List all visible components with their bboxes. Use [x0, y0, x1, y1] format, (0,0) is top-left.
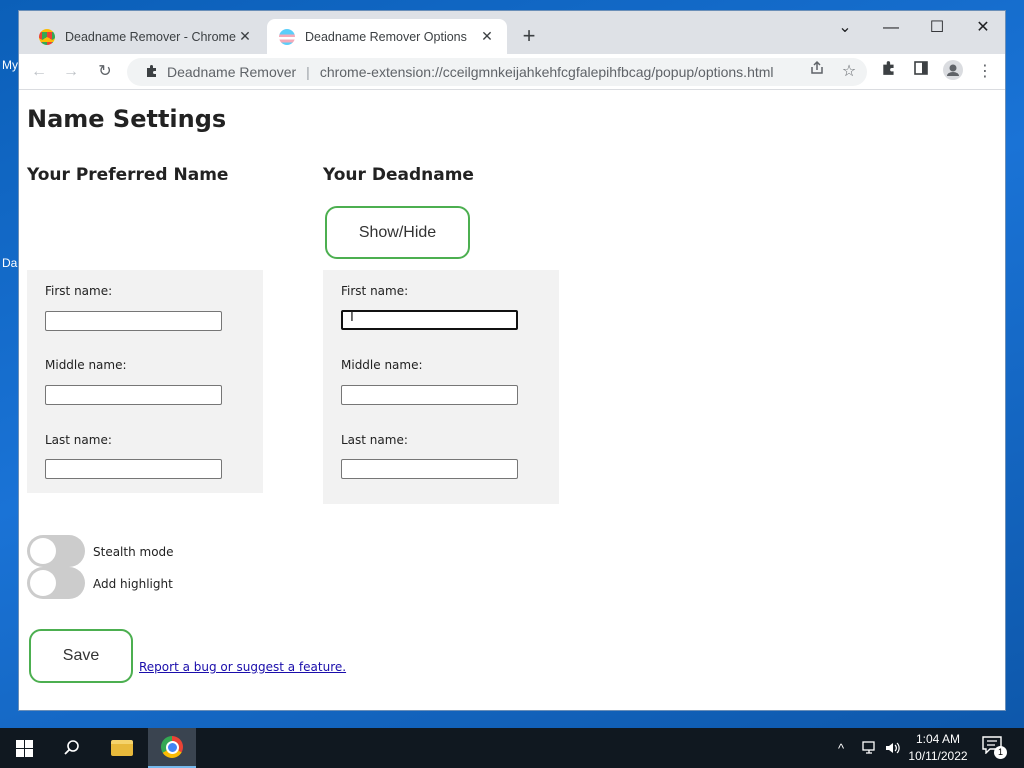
middle-name-label: Middle name: [45, 358, 127, 372]
side-panel-icon[interactable] [909, 60, 933, 84]
preferred-first-name-input[interactable] [45, 311, 222, 331]
bookmark-star-icon[interactable]: ☆ [837, 60, 861, 84]
chrome-taskbar-icon[interactable] [148, 728, 196, 768]
preferred-last-name-input[interactable] [45, 459, 222, 479]
omnibox-divider: | [306, 64, 310, 80]
notification-count-badge: 1 [994, 746, 1007, 759]
trans-flag-icon [279, 28, 295, 45]
new-tab-button[interactable]: + [517, 25, 541, 47]
show-hide-button[interactable]: Show/Hide [325, 206, 470, 259]
tab-options[interactable]: Deadname Remover Options ✕ [267, 19, 507, 54]
first-name-label: First name: [341, 284, 409, 298]
forward-icon[interactable]: → [59, 60, 83, 84]
deadname-first-name-input[interactable] [341, 310, 518, 330]
site-name: Deadname Remover [167, 64, 297, 80]
page-title: Name Settings [27, 105, 227, 133]
chrome-web-store-icon [39, 28, 55, 45]
toggle-knob [30, 538, 56, 564]
network-icon[interactable] [862, 728, 878, 768]
middle-name-label: Middle name: [341, 358, 423, 372]
deadname-last-name-input[interactable] [341, 459, 518, 479]
desktop-icon-label: My [2, 58, 18, 72]
back-icon[interactable]: ← [27, 60, 51, 84]
first-name-label: First name: [45, 284, 113, 298]
volume-icon[interactable] [885, 728, 901, 768]
extensions-icon[interactable] [877, 60, 901, 84]
last-name-label: Last name: [45, 433, 112, 447]
clock-date: 10/11/2022 [908, 749, 968, 763]
windows-logo-icon [15, 739, 33, 757]
options-page: Name Settings Your Preferred Name Your D… [19, 91, 1005, 710]
text-cursor-icon: I [350, 308, 354, 324]
file-explorer-icon[interactable] [98, 728, 146, 768]
tab-title: Deadname Remover - Chrome W [65, 29, 237, 44]
browser-toolbar: ← → ↻ Deadname Remover | chrome-extensio… [19, 54, 1005, 90]
save-button[interactable]: Save [29, 629, 133, 683]
system-clock[interactable]: 1:04 AM 10/11/2022 [906, 731, 970, 765]
tab-search-button[interactable]: ⌄ [825, 15, 865, 41]
kebab-menu-icon[interactable]: ⋮ [973, 60, 997, 84]
stealth-mode-toggle[interactable] [27, 535, 85, 567]
preferred-name-heading: Your Preferred Name [27, 165, 229, 185]
reload-icon[interactable]: ↻ [93, 60, 117, 84]
tab-title: Deadname Remover Options [305, 29, 467, 44]
clock-time: 1:04 AM [915, 732, 961, 746]
stealth-mode-label: Stealth mode [93, 545, 174, 559]
tray-chevron-icon[interactable]: ^ [838, 728, 844, 768]
maximize-button[interactable]: ☐ [917, 15, 957, 41]
tab-bar: Deadname Remover - Chrome W ✕ Deadname R… [19, 11, 1005, 54]
add-highlight-toggle[interactable] [27, 567, 85, 599]
search-icon[interactable] [48, 728, 96, 768]
deadname-panel: First name: I Middle name: Last name: [323, 270, 559, 504]
desktop-icon-label: Da [2, 256, 18, 270]
window-close-button[interactable]: ✕ [963, 15, 1003, 41]
taskbar: ^ 1:04 AM 10/11/2022 1 [0, 728, 1024, 768]
preferred-middle-name-input[interactable] [45, 385, 222, 405]
share-icon[interactable] [805, 60, 829, 84]
last-name-label: Last name: [341, 433, 408, 447]
profile-avatar-icon[interactable] [941, 60, 965, 84]
address-bar[interactable]: Deadname Remover | chrome-extension://cc… [127, 58, 867, 86]
preferred-name-panel: First name: Middle name: Last name: [27, 270, 263, 493]
url-text[interactable]: chrome-extension://cceilgmnkeijahkehfcgf… [320, 64, 774, 80]
minimize-button[interactable]: — [871, 15, 911, 41]
deadname-middle-name-input[interactable] [341, 385, 518, 405]
add-highlight-label: Add highlight [93, 577, 173, 591]
tab-chrome-web-store[interactable]: Deadname Remover - Chrome W ✕ [27, 19, 265, 54]
close-icon[interactable]: ✕ [479, 28, 495, 45]
toggle-knob [30, 570, 56, 596]
puzzle-icon [145, 64, 159, 81]
start-button[interactable] [0, 728, 48, 768]
report-bug-link[interactable]: Report a bug or suggest a feature. [139, 660, 346, 674]
deadname-heading: Your Deadname [323, 165, 474, 185]
close-icon[interactable]: ✕ [237, 28, 253, 45]
browser-window: Deadname Remover - Chrome W ✕ Deadname R… [18, 10, 1006, 711]
